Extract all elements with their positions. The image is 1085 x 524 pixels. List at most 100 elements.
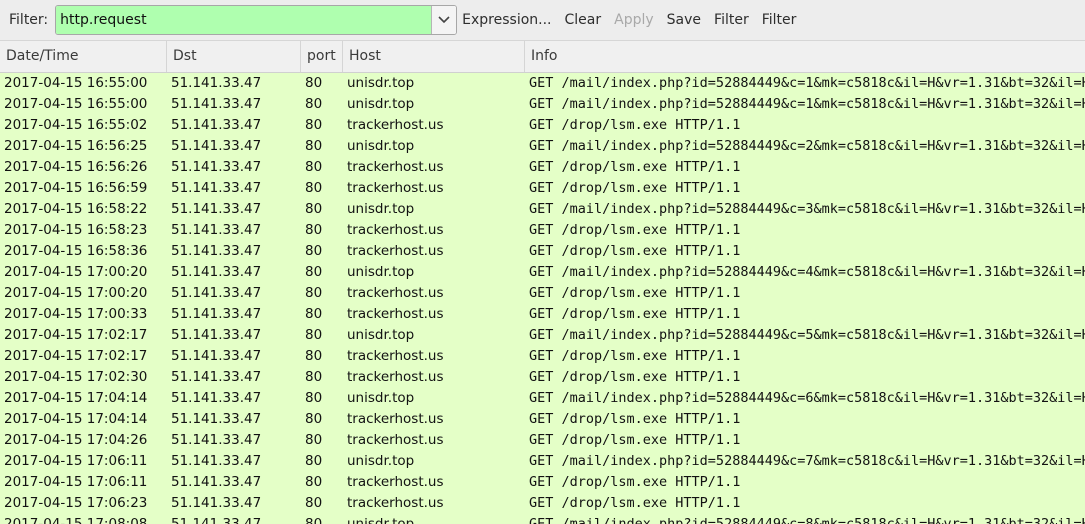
apply-button[interactable]: Apply — [614, 12, 654, 28]
cell-info: GET /drop/lsm.exe HTTP/1.1 — [529, 432, 741, 448]
column-header-dst[interactable]: Dst — [167, 41, 301, 72]
cell-info: GET /drop/lsm.exe HTTP/1.1 — [529, 369, 741, 385]
column-header-host[interactable]: Host — [343, 41, 525, 72]
packet-row[interactable]: 2017-04-15 17:02:17 51.141.33.47 80 tracker… — [0, 346, 1085, 367]
packet-row[interactable]: 2017-04-15 17:00:20 51.141.33.47 80 tracker… — [0, 283, 1085, 304]
cell-dst: 51.141.33.47 — [171, 474, 262, 490]
expression-button[interactable]: Expression... — [462, 12, 551, 28]
cell-dst: 51.141.33.47 — [171, 264, 262, 280]
cell-port: 80 — [305, 180, 323, 196]
packet-row[interactable]: 2017-04-15 16:56:59 51.141.33.47 80 tracker… — [0, 178, 1085, 199]
packet-row[interactable]: 2017-04-15 16:58:22 51.141.33.47 80 unisdr.… — [0, 199, 1085, 220]
cell-datetime: 2017-04-15 16:58:22 — [4, 201, 148, 217]
cell-dst: 51.141.33.47 — [171, 138, 262, 154]
cell-port: 80 — [305, 306, 323, 322]
cell-datetime: 2017-04-15 17:02:17 — [4, 327, 148, 343]
save-button[interactable]: Save — [667, 12, 701, 28]
packet-row[interactable]: 2017-04-15 17:06:23 51.141.33.47 80 tracker… — [0, 493, 1085, 514]
cell-info: GET /drop/lsm.exe HTTP/1.1 — [529, 243, 741, 259]
cell-host: trackerhost.us — [347, 306, 444, 322]
cell-host: unisdr.top — [347, 96, 415, 112]
packet-row[interactable]: 2017-04-15 17:02:30 51.141.33.47 80 tracker… — [0, 367, 1085, 388]
packet-row[interactable]: 2017-04-15 17:00:20 51.141.33.47 80 unisdr.… — [0, 262, 1085, 283]
cell-dst: 51.141.33.47 — [171, 222, 262, 238]
display-filter-input[interactable] — [56, 6, 432, 34]
packet-row[interactable]: 2017-04-15 16:55:00 51.141.33.47 80 unisdr.… — [0, 94, 1085, 115]
cell-info: GET /drop/lsm.exe HTTP/1.1 — [529, 495, 741, 511]
cell-dst: 51.141.33.47 — [171, 96, 262, 112]
packet-row[interactable]: 2017-04-15 16:55:02 51.141.33.47 80 tracker… — [0, 115, 1085, 136]
filter-button-2[interactable]: Filter — [762, 12, 797, 28]
cell-datetime: 2017-04-15 17:04:26 — [4, 432, 148, 448]
cell-dst: 51.141.33.47 — [171, 327, 262, 343]
cell-info: GET /drop/lsm.exe HTTP/1.1 — [529, 159, 741, 175]
cell-host: unisdr.top — [347, 453, 415, 469]
column-header-datetime[interactable]: Date/Time — [0, 41, 167, 72]
packet-list-header: Date/Time Dst port Host Info — [0, 41, 1085, 73]
packet-row[interactable]: 2017-04-15 16:55:00 51.141.33.47 80 unisdr.… — [0, 73, 1085, 94]
clear-button[interactable]: Clear — [565, 12, 602, 28]
column-header-port[interactable]: port — [301, 41, 343, 72]
packet-row[interactable]: 2017-04-15 17:04:26 51.141.33.47 80 tracker… — [0, 430, 1085, 451]
packet-row[interactable]: 2017-04-15 17:08:08 51.141.33.47 80 unisdr.… — [0, 514, 1085, 524]
cell-dst: 51.141.33.47 — [171, 432, 262, 448]
cell-info: GET /drop/lsm.exe HTTP/1.1 — [529, 348, 741, 364]
packet-row[interactable]: 2017-04-15 17:04:14 51.141.33.47 80 unisdr.… — [0, 388, 1085, 409]
packet-row[interactable]: 2017-04-15 17:00:33 51.141.33.47 80 tracker… — [0, 304, 1085, 325]
cell-dst: 51.141.33.47 — [171, 285, 262, 301]
cell-info: GET /drop/lsm.exe HTTP/1.1 — [529, 117, 741, 133]
cell-datetime: 2017-04-15 16:55:00 — [4, 75, 148, 91]
cell-info: GET /mail/index.php?id=52884449&c=6&mk=c… — [529, 390, 1085, 406]
cell-dst: 51.141.33.47 — [171, 159, 262, 175]
cell-host: trackerhost.us — [347, 117, 444, 133]
cell-dst: 51.141.33.47 — [171, 369, 262, 385]
cell-info: GET /drop/lsm.exe HTTP/1.1 — [529, 411, 741, 427]
cell-dst: 51.141.33.47 — [171, 411, 262, 427]
cell-host: unisdr.top — [347, 201, 415, 217]
cell-port: 80 — [305, 117, 323, 133]
cell-datetime: 2017-04-15 16:56:25 — [4, 138, 148, 154]
cell-datetime: 2017-04-15 16:55:00 — [4, 96, 148, 112]
cell-host: trackerhost.us — [347, 495, 444, 511]
cell-port: 80 — [305, 138, 323, 154]
cell-dst: 51.141.33.47 — [171, 117, 262, 133]
cell-port: 80 — [305, 348, 323, 364]
filter-combobox[interactable] — [55, 5, 458, 35]
packet-row[interactable]: 2017-04-15 16:56:25 51.141.33.47 80 unisdr.… — [0, 136, 1085, 157]
cell-info: GET /mail/index.php?id=52884449&c=1&mk=c… — [529, 75, 1085, 91]
cell-dst: 51.141.33.47 — [171, 495, 262, 511]
filter-dropdown-button[interactable] — [431, 6, 457, 34]
packet-list[interactable]: 2017-04-15 16:55:00 51.141.33.47 80 unisdr.… — [0, 73, 1085, 524]
cell-dst: 51.141.33.47 — [171, 201, 262, 217]
packet-row[interactable]: 2017-04-15 17:06:11 51.141.33.47 80 tracker… — [0, 472, 1085, 493]
cell-host: trackerhost.us — [347, 285, 444, 301]
cell-dst: 51.141.33.47 — [171, 516, 262, 524]
packet-row[interactable]: 2017-04-15 16:58:23 51.141.33.47 80 tracker… — [0, 220, 1085, 241]
cell-datetime: 2017-04-15 16:58:23 — [4, 222, 148, 238]
cell-port: 80 — [305, 285, 323, 301]
chevron-down-icon — [438, 16, 450, 24]
cell-info: GET /mail/index.php?id=52884449&c=2&mk=c… — [529, 138, 1085, 154]
cell-port: 80 — [305, 369, 323, 385]
cell-datetime: 2017-04-15 17:00:20 — [4, 285, 148, 301]
cell-host: trackerhost.us — [347, 159, 444, 175]
cell-host: trackerhost.us — [347, 180, 444, 196]
cell-port: 80 — [305, 432, 323, 448]
cell-datetime: 2017-04-15 17:06:11 — [4, 453, 148, 469]
cell-info: GET /drop/lsm.exe HTTP/1.1 — [529, 222, 741, 238]
cell-info: GET /mail/index.php?id=52884449&c=5&mk=c… — [529, 327, 1085, 343]
cell-dst: 51.141.33.47 — [171, 75, 262, 91]
packet-row[interactable]: 2017-04-15 17:06:11 51.141.33.47 80 unisdr.… — [0, 451, 1085, 472]
packet-row[interactable]: 2017-04-15 16:58:36 51.141.33.47 80 tracker… — [0, 241, 1085, 262]
cell-dst: 51.141.33.47 — [171, 243, 262, 259]
packet-row[interactable]: 2017-04-15 17:04:14 51.141.33.47 80 tracker… — [0, 409, 1085, 430]
column-header-info[interactable]: Info — [525, 41, 1085, 72]
filter-button-1[interactable]: Filter — [714, 12, 749, 28]
cell-port: 80 — [305, 243, 323, 259]
cell-host: unisdr.top — [347, 264, 415, 280]
cell-host: trackerhost.us — [347, 474, 444, 490]
filter-label: Filter: — [9, 12, 49, 28]
packet-row[interactable]: 2017-04-15 16:56:26 51.141.33.47 80 tracker… — [0, 157, 1085, 178]
cell-port: 80 — [305, 390, 323, 406]
packet-row[interactable]: 2017-04-15 17:02:17 51.141.33.47 80 unisdr.… — [0, 325, 1085, 346]
